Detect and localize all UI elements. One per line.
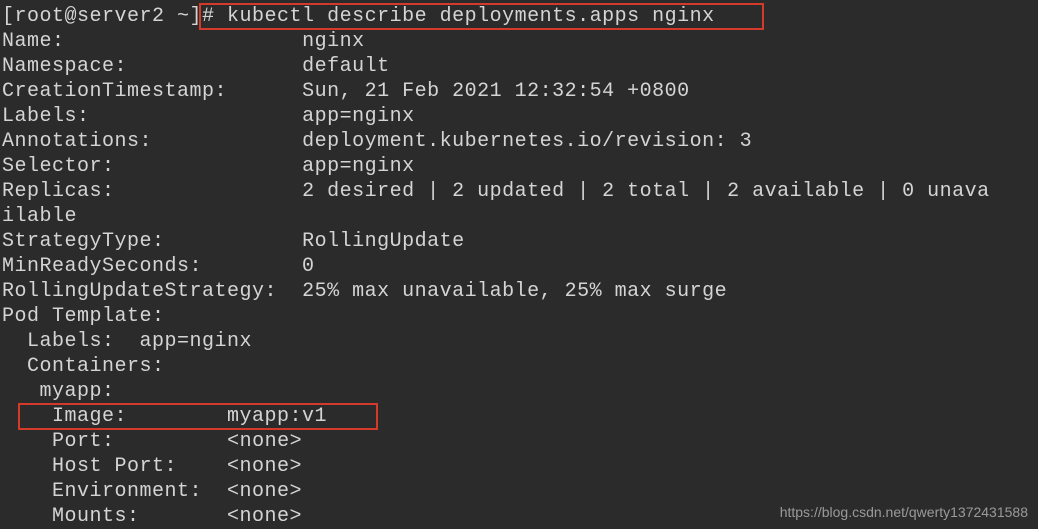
field-namespace-value: default bbox=[302, 55, 390, 78]
field-annotations-value: deployment.kubernetes.io/revision: 3 bbox=[302, 130, 752, 153]
field-image-value: myapp:v1 bbox=[227, 405, 327, 428]
field-replicas-wrap: ilable bbox=[2, 205, 77, 228]
field-namespace-label: Namespace: bbox=[2, 55, 127, 78]
field-rolling-label: RollingUpdateStrategy: bbox=[2, 280, 277, 303]
field-rolling-value: 25% max unavailable, 25% max surge bbox=[302, 280, 727, 303]
field-selector-label: Selector: bbox=[2, 155, 115, 178]
field-env-value: <none> bbox=[227, 480, 302, 503]
field-replicas-label: Replicas: bbox=[2, 180, 115, 203]
field-creation-value: Sun, 21 Feb 2021 12:32:54 +0800 bbox=[302, 80, 690, 103]
field-image-label: Image: bbox=[2, 405, 127, 428]
field-port-label: Port: bbox=[2, 430, 115, 453]
field-strategy-label: StrategyType: bbox=[2, 230, 165, 253]
field-containers-label: Containers: bbox=[2, 355, 165, 378]
field-creation-label: CreationTimestamp: bbox=[2, 80, 227, 103]
field-mounts-value: <none> bbox=[227, 505, 302, 528]
field-podlabels-label: Labels: bbox=[2, 330, 140, 353]
field-env-label: Environment: bbox=[2, 480, 202, 503]
field-replicas-value: 2 desired | 2 updated | 2 total | 2 avai… bbox=[302, 180, 990, 203]
terminal-output: [root@server2 ~]# kubectl describe deplo… bbox=[2, 4, 1038, 529]
field-podlabels-value: app=nginx bbox=[140, 330, 253, 353]
field-minready-value: 0 bbox=[302, 255, 315, 278]
field-strategy-value: RollingUpdate bbox=[302, 230, 465, 253]
field-name-label: Name: bbox=[2, 30, 65, 53]
field-selector-value: app=nginx bbox=[302, 155, 415, 178]
field-container-name: myapp: bbox=[2, 380, 115, 403]
field-annotations-label: Annotations: bbox=[2, 130, 152, 153]
field-name-value: nginx bbox=[302, 30, 365, 53]
shell-prompt: [root@server2 ~]# bbox=[2, 5, 227, 28]
field-hostport-label: Host Port: bbox=[2, 455, 177, 478]
field-podtemplate-label: Pod Template: bbox=[2, 305, 165, 328]
field-labels-value: app=nginx bbox=[302, 105, 415, 128]
field-hostport-value: <none> bbox=[227, 455, 302, 478]
watermark-text: https://blog.csdn.net/qwerty1372431588 bbox=[780, 504, 1028, 522]
field-port-value: <none> bbox=[227, 430, 302, 453]
field-labels-label: Labels: bbox=[2, 105, 90, 128]
field-mounts-label: Mounts: bbox=[2, 505, 140, 528]
field-minready-label: MinReadySeconds: bbox=[2, 255, 202, 278]
command-text: kubectl describe deployments.apps nginx bbox=[227, 5, 715, 28]
